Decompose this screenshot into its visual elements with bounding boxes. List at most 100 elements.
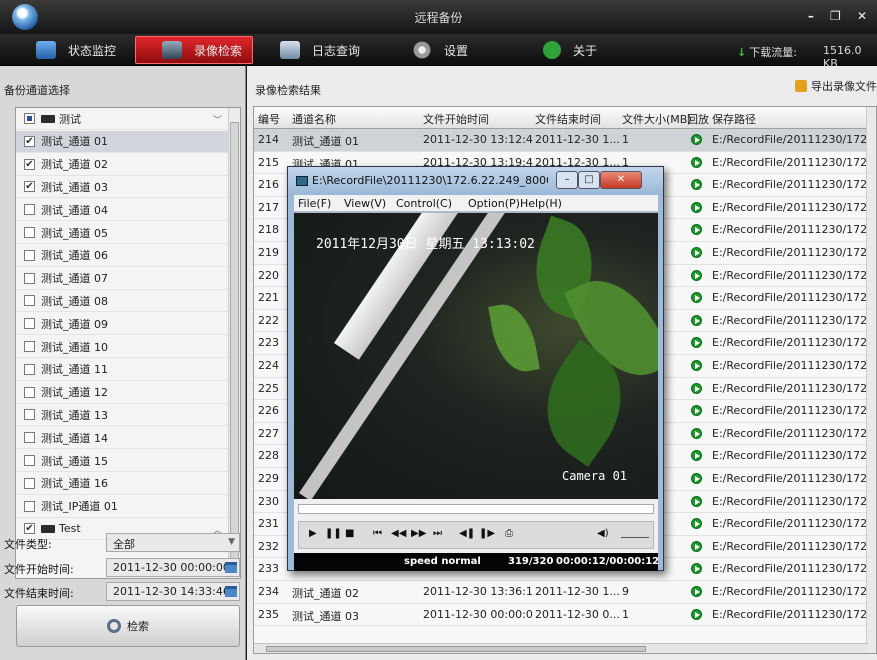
tree-channel-item[interactable]: 测试_通道 04 <box>16 199 228 222</box>
checkbox[interactable]: ✔ <box>24 523 35 535</box>
tree-scrollbar[interactable] <box>228 108 240 578</box>
playback-window[interactable]: E:\RecordFile\20111230\172.6.22.249_8000… <box>287 166 664 571</box>
next-segment-icon[interactable]: ⏭ <box>433 528 442 539</box>
tree-channel-item[interactable]: 测试_通道 07 <box>16 268 228 290</box>
pause-icon[interactable]: ❚❚ <box>325 528 342 539</box>
tree-channel-item[interactable]: 测试_通道 09 <box>16 313 228 336</box>
checkbox[interactable] <box>24 432 35 444</box>
play-icon[interactable] <box>691 201 702 213</box>
tree-channel-item[interactable]: 测试_通道 05 <box>16 222 228 244</box>
table-vscrollbar[interactable] <box>866 107 876 653</box>
tab-log-query[interactable]: 日志查询 <box>280 36 390 64</box>
fast-forward-icon[interactable]: ▶▶ <box>411 528 426 539</box>
play-icon[interactable] <box>691 224 702 236</box>
play-icon[interactable] <box>691 427 702 439</box>
tree-channel-item[interactable]: 测试_IP通道 01 <box>16 496 228 518</box>
tree-channel-item[interactable]: 测试_通道 12 <box>16 382 228 404</box>
col-start-time[interactable]: 文件开始时间 <box>423 111 489 127</box>
table-row[interactable]: 234 测试_通道 02 2011-12-30 13:36:17 2011-12-30… <box>254 581 876 604</box>
play-icon[interactable] <box>691 314 702 326</box>
checkbox[interactable] <box>24 477 35 489</box>
checkbox[interactable] <box>24 295 35 307</box>
checkbox[interactable]: ✔ <box>24 135 35 147</box>
start-time-field[interactable]: 2011-12-30 00:00:00 <box>106 558 240 577</box>
calendar-icon[interactable] <box>225 562 237 573</box>
play-icon[interactable] <box>691 179 702 191</box>
table-hscrollbar[interactable] <box>254 643 868 653</box>
checkbox[interactable]: ✔ <box>24 158 35 170</box>
checkbox[interactable] <box>24 249 35 261</box>
end-time-field[interactable]: 2011-12-30 14:33:46 <box>106 582 240 601</box>
menu-control[interactable]: Control(C) <box>396 197 452 210</box>
tree-channel-item[interactable]: ✔ 测试_通道 02 <box>16 154 228 176</box>
menu-option[interactable]: Option(P) <box>468 197 520 210</box>
tree-channel-item[interactable]: 测试_通道 08 <box>16 290 228 313</box>
tree-channel-item[interactable]: ✔ 测试_通道 01 <box>16 130 228 153</box>
play-icon[interactable]: ▶ <box>309 528 317 539</box>
play-icon[interactable] <box>691 292 702 304</box>
menu-view[interactable]: View(V) <box>344 197 386 210</box>
step-forward-icon[interactable]: ❚▶ <box>479 528 495 539</box>
stop-icon[interactable]: ■ <box>345 528 354 539</box>
player-title-bar[interactable]: E:\RecordFile\20111230\172.6.22.249_8000… <box>288 167 663 195</box>
col-size[interactable]: 文件大小(MB) <box>622 111 692 127</box>
play-icon[interactable] <box>691 405 702 417</box>
maximize-button[interactable]: □ <box>578 171 600 189</box>
tree-channel-item[interactable]: 测试_通道 15 <box>16 450 228 472</box>
col-end-time[interactable]: 文件结束时间 <box>535 111 601 127</box>
play-icon[interactable] <box>691 540 702 552</box>
tree-channel-item[interactable]: 测试_通道 13 <box>16 404 228 427</box>
file-type-select[interactable]: 全部 ▼ <box>106 533 240 552</box>
snapshot-icon[interactable]: ⎙ <box>505 528 513 539</box>
checkbox[interactable] <box>24 318 35 330</box>
play-icon[interactable] <box>691 156 702 168</box>
col-id[interactable]: 编号 <box>258 111 280 127</box>
checkbox[interactable] <box>24 409 35 421</box>
checkbox[interactable] <box>24 386 35 398</box>
tree-channel-item[interactable]: 测试_通道 11 <box>16 359 228 381</box>
calendar-icon[interactable] <box>225 586 237 597</box>
play-icon[interactable] <box>691 563 702 575</box>
play-icon[interactable] <box>691 134 702 145</box>
tree-channel-item[interactable]: 测试_通道 06 <box>16 245 228 267</box>
search-button[interactable]: 检索 <box>16 605 240 647</box>
col-channel[interactable]: 通道名称 <box>292 111 336 127</box>
play-icon[interactable] <box>691 360 702 371</box>
checkbox[interactable] <box>24 227 35 238</box>
play-icon[interactable] <box>691 495 702 507</box>
checkbox[interactable]: ✔ <box>24 181 35 193</box>
play-icon[interactable] <box>691 518 702 530</box>
menu-help[interactable]: Help(H) <box>520 197 562 210</box>
seek-bar[interactable] <box>298 504 654 514</box>
step-back-icon[interactable]: ◀❚ <box>459 528 475 539</box>
tab-status-monitor[interactable]: 状态监控 <box>36 36 146 64</box>
checkbox[interactable] <box>24 113 35 124</box>
tree-channel-item[interactable]: ✔ 测试_通道 03 <box>16 176 228 199</box>
export-button[interactable]: 导出录像文件 <box>795 78 877 94</box>
tab-record-search[interactable]: 录像检索 <box>135 36 253 64</box>
play-icon[interactable] <box>691 247 702 258</box>
tree-channel-item[interactable]: 测试_通道 16 <box>16 473 228 495</box>
play-icon[interactable] <box>691 337 702 349</box>
checkbox[interactable] <box>24 363 35 375</box>
play-icon[interactable] <box>691 473 702 484</box>
col-playback[interactable]: 回放 <box>687 111 709 127</box>
minimize-button[interactable]: – <box>556 171 578 189</box>
play-icon[interactable] <box>691 269 702 281</box>
col-path[interactable]: 保存路径 <box>712 111 756 127</box>
tab-about[interactable]: 关于 <box>543 36 623 64</box>
play-icon[interactable] <box>691 382 702 394</box>
play-icon[interactable] <box>691 608 702 620</box>
menu-file[interactable]: File(F) <box>298 197 331 210</box>
checkbox[interactable] <box>24 341 35 352</box>
play-icon[interactable] <box>691 586 702 597</box>
table-row[interactable]: 214 测试_通道 01 2011-12-30 13:12:49 2011-12-30… <box>254 129 876 152</box>
video-frame[interactable]: 2011年12月30日 星期五 13:13:02 Camera 01 <box>294 213 658 499</box>
tree-channel-item[interactable]: 测试_通道 14 <box>16 427 228 450</box>
rewind-icon[interactable]: ◀◀ <box>391 528 406 539</box>
chevron-down-icon[interactable]: ﹀ <box>213 113 222 126</box>
table-row[interactable]: 235 测试_通道 03 2011-12-30 00:00:00 2011-12-30… <box>254 604 876 627</box>
tab-settings[interactable]: 设置 <box>412 36 502 64</box>
tree-device[interactable]: 测试 ﹀ <box>16 108 228 130</box>
checkbox[interactable] <box>24 455 35 466</box>
